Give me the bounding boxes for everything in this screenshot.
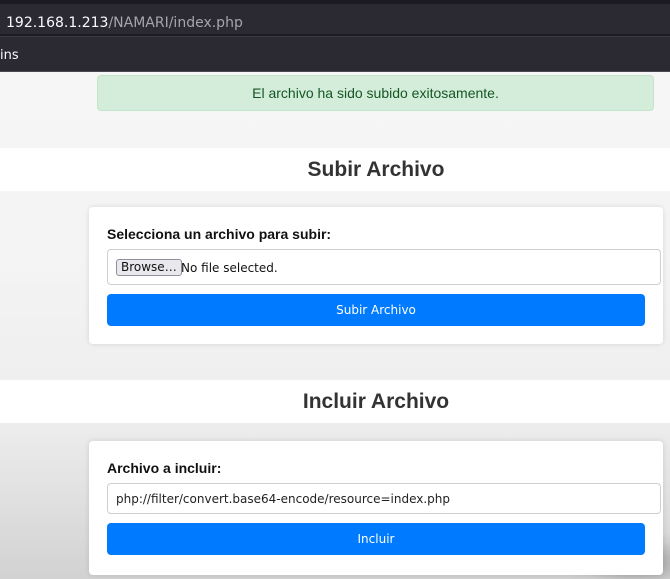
bookmark-item[interactable]: ins — [0, 48, 19, 63]
upload-card: Selecciona un archivo para subir: Browse… — [89, 207, 663, 344]
upload-section-title: Subir Archivo — [0, 148, 670, 191]
url-bar[interactable]: 192.168.1.213/NAMARI/index.php — [0, 4, 670, 34]
bookmarks-toolbar: ins — [0, 37, 670, 72]
include-path-input[interactable]: php://filter/convert.base64-encode/resou… — [107, 483, 661, 514]
file-status-text: No file selected. — [181, 261, 278, 275]
include-label: Archivo a incluir: — [107, 460, 222, 476]
browse-button[interactable]: Browse… — [116, 259, 182, 276]
include-path-value: php://filter/convert.base64-encode/resou… — [116, 492, 451, 506]
url-path: /NAMARI/index.php — [108, 15, 243, 31]
include-card: Archivo a incluir: php://filter/convert.… — [89, 441, 663, 575]
include-section-title: Incluir Archivo — [0, 380, 670, 423]
include-submit-button[interactable]: Incluir — [107, 523, 645, 555]
success-alert: El archivo ha sido subido exitosamente. — [97, 75, 654, 111]
url-host: 192.168.1.213 — [6, 15, 109, 31]
browser-toolbar: 192.168.1.213/NAMARI/index.php — [0, 0, 670, 37]
page-content: El archivo ha sido subido exitosamente. … — [0, 72, 670, 579]
url-text: 192.168.1.213/NAMARI/index.php — [6, 15, 243, 31]
upload-label: Selecciona un archivo para subir: — [107, 226, 332, 242]
file-input[interactable]: Browse… No file selected. — [107, 249, 661, 285]
upload-submit-button[interactable]: Subir Archivo — [107, 294, 645, 326]
